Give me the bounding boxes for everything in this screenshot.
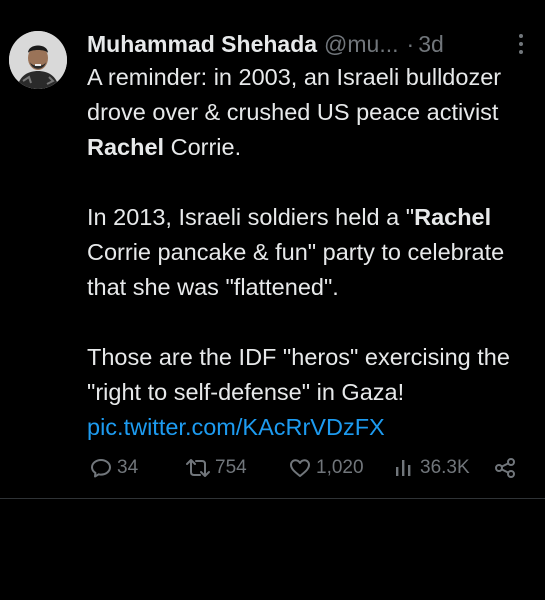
- avatar[interactable]: [9, 31, 67, 89]
- more-icon[interactable]: [514, 32, 528, 56]
- views-button[interactable]: 36.3K: [394, 454, 470, 482]
- action-bar: 34 754 1,020 36.3K: [89, 454, 519, 482]
- like-count: 1,020: [316, 457, 364, 478]
- highlight-rachel-2: Rachel: [414, 204, 492, 230]
- share-icon: [494, 456, 516, 480]
- like-button[interactable]: 1,020: [288, 454, 364, 482]
- views-count: 36.3K: [420, 457, 470, 478]
- author-handle[interactable]: @mu...: [324, 31, 398, 58]
- media-link[interactable]: pic.twitter.com/KAcRrVDzFX: [87, 414, 385, 440]
- tweet-header: Muhammad Shehada @mu... · 3d: [87, 28, 444, 60]
- views-icon: [394, 456, 416, 480]
- timestamp[interactable]: 3d: [418, 31, 444, 58]
- repost-icon: [185, 456, 211, 480]
- reply-button[interactable]: 34: [89, 454, 138, 482]
- tweet-paragraph-3: Those are the IDF "heros" exercising the…: [87, 344, 510, 440]
- repost-button[interactable]: 754: [185, 454, 247, 482]
- reply-icon: [89, 456, 113, 480]
- tweet-paragraph-1: A reminder: in 2003, an Israeli bulldoze…: [87, 64, 502, 160]
- tweet-paragraph-2: In 2013, Israeli soldiers held a "Rachel…: [87, 204, 505, 300]
- author-name[interactable]: Muhammad Shehada: [87, 31, 317, 58]
- highlight-rachel: Rachel: [87, 134, 165, 160]
- share-button[interactable]: [494, 454, 516, 482]
- like-icon: [288, 456, 312, 480]
- repost-count: 754: [215, 457, 247, 478]
- reply-count: 34: [117, 457, 139, 478]
- tweet[interactable]: Muhammad Shehada @mu... · 3d A reminder:…: [0, 0, 545, 499]
- tweet-text: A reminder: in 2003, an Israeli bulldoze…: [87, 60, 532, 445]
- separator-dot: ·: [406, 30, 415, 57]
